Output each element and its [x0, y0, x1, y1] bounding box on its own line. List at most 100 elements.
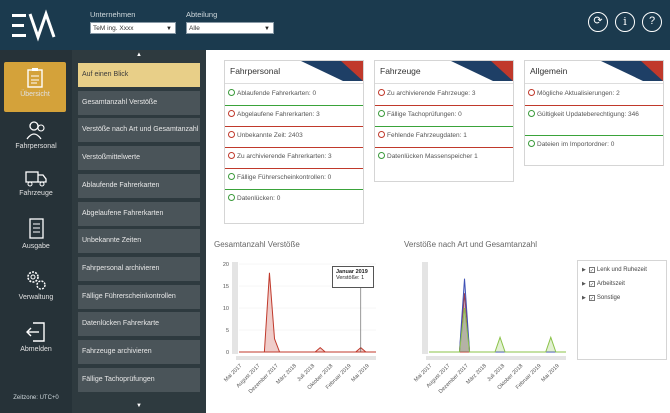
top-bar: Unternehmen TeM ing. Xxxx ▼ Abteilung Al… — [0, 0, 670, 50]
chart-scrollbar-x — [426, 356, 566, 360]
chart-scrollbar-y — [422, 262, 428, 354]
ok-status-icon — [528, 140, 535, 147]
row-text: Abgelaufene Fahrerkarten: 3 — [237, 111, 320, 118]
series-line-2 — [429, 307, 566, 353]
expand-icon: ▶ — [582, 281, 586, 287]
ok-status-icon — [228, 194, 235, 201]
x-tick-label: Mai 2019 — [540, 363, 560, 383]
legend-item[interactable]: ▶ ✓ Sonstige — [582, 295, 621, 302]
truck-icon — [25, 171, 47, 187]
row-text: Zu archivierende Fahrzeuge: 3 — [387, 90, 476, 97]
submenu-item[interactable]: Fahrpersonal archivieren — [78, 257, 200, 281]
card-title: Fahrpersonal — [230, 66, 281, 76]
row-text: Fällige Tachoprüfungen: 0 — [387, 111, 462, 118]
submenu-item[interactable]: Unbekannte Zeiten — [78, 229, 200, 253]
row-text: Fehlende Fahrzeugdaten: 1 — [387, 132, 467, 139]
submenu-item[interactable]: Abgelaufene Fahrerkarten — [78, 202, 200, 226]
chart-nach-art: Mai 2017August 2017Dezember 2017März 201… — [413, 262, 566, 395]
error-status-icon — [228, 131, 235, 138]
y-tick-label: 10 — [223, 306, 229, 312]
error-status-icon — [378, 131, 385, 138]
chart-scrollbar-y — [232, 262, 238, 354]
document-icon — [29, 218, 44, 239]
card-title: Allgemein — [530, 66, 568, 76]
people-icon — [26, 121, 45, 140]
nav-item-fahrzeuge[interactable]: Fahrzeuge — [0, 163, 72, 213]
submenu-item[interactable]: Fällige Tachoprüfungen — [78, 368, 200, 392]
series-line-1 — [429, 278, 566, 353]
submenu-item[interactable]: Auf einen Blick — [78, 63, 200, 87]
card-ribbon — [601, 61, 663, 81]
info-icon[interactable]: i — [615, 12, 635, 32]
card-title: Fahrzeuge — [380, 66, 421, 76]
overview-icon — [27, 68, 43, 88]
nav-item-verwaltung[interactable]: Verwaltung — [0, 263, 72, 313]
help-icon[interactable]: ? — [642, 12, 662, 32]
nav-item-ausgabe[interactable]: Ausgabe — [0, 212, 72, 262]
nav-item-abmelden[interactable]: Abmelden — [0, 315, 72, 365]
card-header: Allgemein — [525, 61, 663, 84]
card-row: Fehlende Fahrzeugdaten: 1 — [375, 130, 513, 151]
card-row: Datenlücken Massenspeicher 1 — [375, 151, 513, 172]
sync-icon[interactable]: ⟳ — [588, 12, 608, 32]
card-header: Fahrzeuge — [375, 61, 513, 84]
card-fahrpersonal: Fahrpersonal Ablaufende Fahrerkarten: 0 … — [224, 60, 364, 224]
legend-label: Lenk und Ruhezeit — [596, 267, 647, 273]
chart-tooltip: Januar 2019 Verstöße: 1 — [332, 266, 374, 288]
y-tick-label: 15 — [223, 284, 229, 290]
error-status-icon — [378, 89, 385, 96]
unternehmen-label: Unternehmen — [90, 10, 136, 19]
submenu-item[interactable]: Ablaufende Fahrerkarten — [78, 174, 200, 198]
row-text: Mögliche Aktualisierungen: 2 — [537, 90, 620, 97]
expand-icon: ▶ — [582, 295, 586, 301]
submenu-item[interactable]: Fällige Führerscheinkontrollen — [78, 285, 200, 309]
expand-icon: ▶ — [582, 267, 586, 273]
card-row: Gültigkeit Updateberechtigung: 346 — [525, 109, 663, 139]
scroll-up-icon[interactable]: ▲ — [72, 50, 206, 60]
card-row: Unbekannte Zeit: 2403 — [225, 130, 363, 151]
abteilung-select[interactable]: Alle ▼ — [186, 22, 274, 34]
card-row: Zu archivierende Fahrerkarten: 3 — [225, 151, 363, 172]
abteilung-label: Abteilung — [186, 10, 218, 19]
ok-status-icon — [528, 110, 535, 117]
tooltip-text: Verstöße: 1 — [336, 275, 365, 281]
legend-label: Sonstige — [596, 295, 621, 301]
scroll-down-icon[interactable]: ▼ — [72, 401, 206, 411]
unternehmen-select[interactable]: TeM ing. Xxxx ▼ — [90, 22, 176, 34]
error-status-icon — [228, 152, 235, 159]
app-logo — [12, 9, 56, 42]
nav-item-overview[interactable]: Übersicht — [4, 62, 66, 112]
card-fahrzeuge: Fahrzeuge Zu archivierende Fahrzeuge: 3 … — [374, 60, 514, 182]
nav-item-fahrpersonal[interactable]: Fahrpersonal — [0, 114, 72, 164]
card-row: Dateien im Importordner: 0 — [525, 139, 663, 160]
legend-item[interactable]: ▶ ✓ Arbeitszeit — [582, 281, 625, 288]
card-header: Fahrpersonal — [225, 61, 363, 84]
gears-icon — [27, 271, 46, 290]
chevron-down-icon: ▼ — [264, 26, 270, 32]
submenu-item[interactable]: Gesamtanzahl Verstöße — [78, 91, 200, 115]
left-nav: Übersicht Fahrpersonal Fahrzeuge Ausgabe… — [0, 50, 72, 413]
nav-label-fahrpersonal: Fahrpersonal — [15, 143, 57, 150]
submenu-item[interactable]: Datenlücken Fahrerkarte — [78, 312, 200, 336]
row-text: Dateien im Importordner: 0 — [537, 141, 615, 148]
submenu-item[interactable]: Fahrzeuge archivieren — [78, 340, 200, 364]
submenu: ▲ Auf einen Blick Gesamtanzahl Verstöße … — [72, 50, 206, 413]
row-text: Datenlücken Massenspeicher 1 — [387, 153, 478, 160]
card-row: Ablaufende Fahrerkarten: 0 — [225, 88, 363, 109]
chevron-down-icon: ▼ — [166, 26, 172, 32]
series-area-1 — [429, 278, 566, 352]
nav-label-ausgabe: Ausgabe — [22, 243, 50, 250]
chart-scrollbar-x — [236, 356, 376, 360]
submenu-item[interactable]: Verstöße nach Art und Gesamtanzahl — [78, 118, 200, 142]
logout-icon — [26, 322, 45, 342]
card-ribbon — [451, 61, 513, 81]
y-tick-label: 0 — [226, 350, 229, 356]
row-text: Gültigkeit Updateberechtigung: 346 — [537, 111, 639, 118]
nav-label-fahrzeuge: Fahrzeuge — [19, 190, 53, 197]
nav-label-abmelden: Abmelden — [20, 346, 52, 353]
submenu-item[interactable]: Verstoßmittelwerte — [78, 146, 200, 170]
legend-item[interactable]: ▶ ✓ Lenk und Ruhezeit — [582, 267, 647, 274]
card-row: Mögliche Aktualisierungen: 2 — [525, 88, 663, 109]
chart-title-art: Verstöße nach Art und Gesamtanzahl — [404, 240, 537, 249]
ok-status-icon — [378, 110, 385, 117]
